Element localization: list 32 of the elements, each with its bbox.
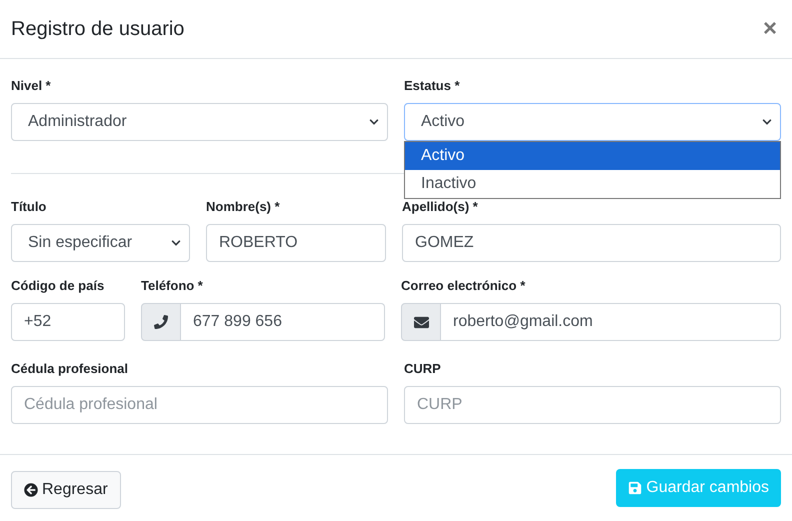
phone-icon bbox=[154, 315, 168, 329]
input-field[interactable]: ROBERTO bbox=[206, 224, 386, 262]
dropdown-option[interactable]: Activo bbox=[405, 142, 780, 170]
phone-field[interactable]: 677 899 656 bbox=[181, 303, 385, 341]
back-button[interactable]: Regresar bbox=[11, 471, 121, 509]
close-button[interactable]: × bbox=[762, 17, 777, 41]
field-label: Cédula profesional bbox=[11, 360, 130, 378]
chevron-icon bbox=[369, 117, 379, 127]
field-label: Estatus * bbox=[404, 77, 461, 95]
email-field[interactable]: roberto@gmail.com bbox=[441, 303, 781, 341]
field-label: Teléfono * bbox=[141, 277, 204, 295]
field-label: Código de país bbox=[11, 277, 106, 295]
input-field[interactable]: GOMEZ bbox=[402, 224, 781, 262]
input-field[interactable]: Cédula profesional bbox=[11, 386, 388, 424]
field-label: Apellido(s) * bbox=[402, 198, 479, 216]
select-field[interactable]: Sin especificar bbox=[11, 224, 190, 262]
field-label: Título bbox=[11, 198, 48, 216]
field-label: Nivel * bbox=[11, 77, 52, 95]
field-label: CURP bbox=[404, 360, 442, 378]
envelope-icon bbox=[414, 314, 428, 330]
save-icon bbox=[628, 481, 642, 495]
dropdown-option[interactable]: Inactivo bbox=[405, 170, 780, 198]
dialog-title: Registro de usuario bbox=[11, 17, 184, 42]
chevron-icon bbox=[762, 117, 772, 127]
input-field[interactable]: +52 bbox=[11, 303, 125, 341]
field-label: Correo electrónico * bbox=[401, 277, 526, 295]
arrow-left-icon bbox=[24, 483, 38, 497]
chevron-icon bbox=[171, 238, 181, 248]
select-field[interactable]: Administrador bbox=[11, 103, 388, 141]
input-field[interactable]: CURP bbox=[404, 386, 781, 424]
field-label: Nombre(s) * bbox=[206, 198, 281, 216]
select-field[interactable]: Activo bbox=[404, 103, 781, 141]
